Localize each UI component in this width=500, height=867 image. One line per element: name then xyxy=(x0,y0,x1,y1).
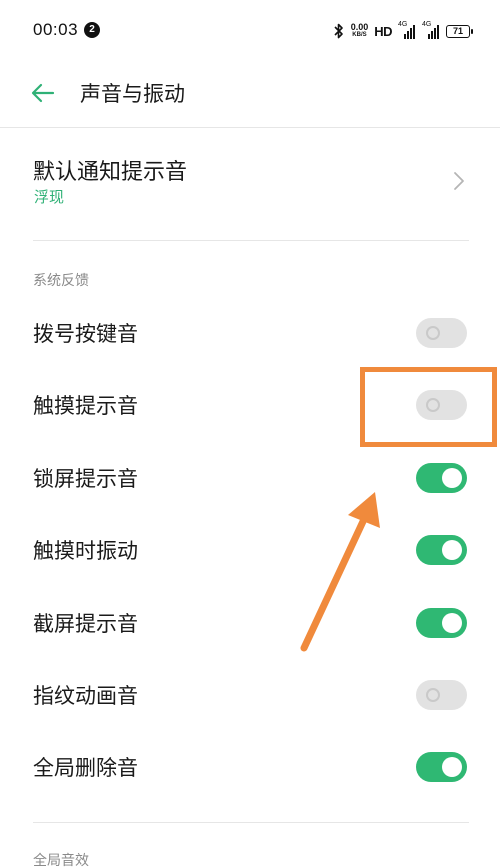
toggle-switch[interactable] xyxy=(416,680,467,710)
setting-row-lock-screen-tone[interactable]: 锁屏提示音 xyxy=(0,442,500,514)
page-header: 声音与振动 xyxy=(0,62,500,124)
section-label-system-feedback: 系统反馈 xyxy=(33,273,89,289)
battery-icon: 71 xyxy=(446,24,473,38)
signal-2-label: 4G xyxy=(422,21,432,28)
header-divider xyxy=(0,127,500,128)
network-speed: 0.00 KB/S xyxy=(351,23,369,39)
setting-label: 锁屏提示音 xyxy=(33,467,138,491)
default-notification-row[interactable]: 默认通知提示音 浮现 xyxy=(0,136,500,236)
setting-row-fingerprint-tone[interactable]: 指纹动画音 xyxy=(0,659,500,731)
toggle-switch[interactable] xyxy=(416,535,467,565)
setting-row-dial-tone[interactable]: 拨号按键音 xyxy=(0,297,500,369)
section-divider-1 xyxy=(33,240,469,241)
setting-label: 全局删除音 xyxy=(33,756,138,780)
status-time: 00:03 xyxy=(33,20,79,39)
annotation-highlight-box xyxy=(360,367,497,447)
arrow-left-icon[interactable] xyxy=(30,80,56,106)
status-bar: 00:03 2 0.00 KB/S HD 4G 4G 71 xyxy=(0,0,500,62)
setting-row-touch-vibration[interactable]: 触摸时振动 xyxy=(0,514,500,586)
setting-label: 指纹动画音 xyxy=(33,684,138,708)
bluetooth-icon xyxy=(334,23,343,39)
signal-1-label: 4G xyxy=(398,21,408,28)
hd-indicator: HD xyxy=(374,23,392,39)
signal-2-icon: 4G xyxy=(422,21,440,39)
toggle-switch[interactable] xyxy=(416,318,467,348)
toggle-switch[interactable] xyxy=(416,752,467,782)
network-speed-unit: KB/S xyxy=(352,32,367,38)
default-notification-value: 浮现 xyxy=(34,188,65,206)
toggle-switch[interactable] xyxy=(416,608,467,638)
signal-1-icon: 4G xyxy=(398,21,416,39)
network-speed-value: 0.00 xyxy=(350,22,369,32)
setting-label: 触摸提示音 xyxy=(33,394,138,418)
setting-label: 截屏提示音 xyxy=(33,612,138,636)
page-title: 声音与振动 xyxy=(80,82,185,106)
chevron-right-icon xyxy=(454,172,464,190)
setting-row-screenshot-tone[interactable]: 截屏提示音 xyxy=(0,587,500,659)
setting-row-global-delete-tone[interactable]: 全局删除音 xyxy=(0,731,500,803)
setting-label: 拨号按键音 xyxy=(33,322,138,346)
notification-count-badge: 2 xyxy=(84,22,100,38)
section-label-global-effects: 全局音效 xyxy=(33,853,89,867)
toggle-switch[interactable] xyxy=(416,463,467,493)
setting-label: 触摸时振动 xyxy=(33,539,138,563)
section-divider-2 xyxy=(33,822,469,823)
default-notification-title: 默认通知提示音 xyxy=(33,160,188,185)
status-icons: 0.00 KB/S HD 4G 4G 71 xyxy=(333,20,473,42)
